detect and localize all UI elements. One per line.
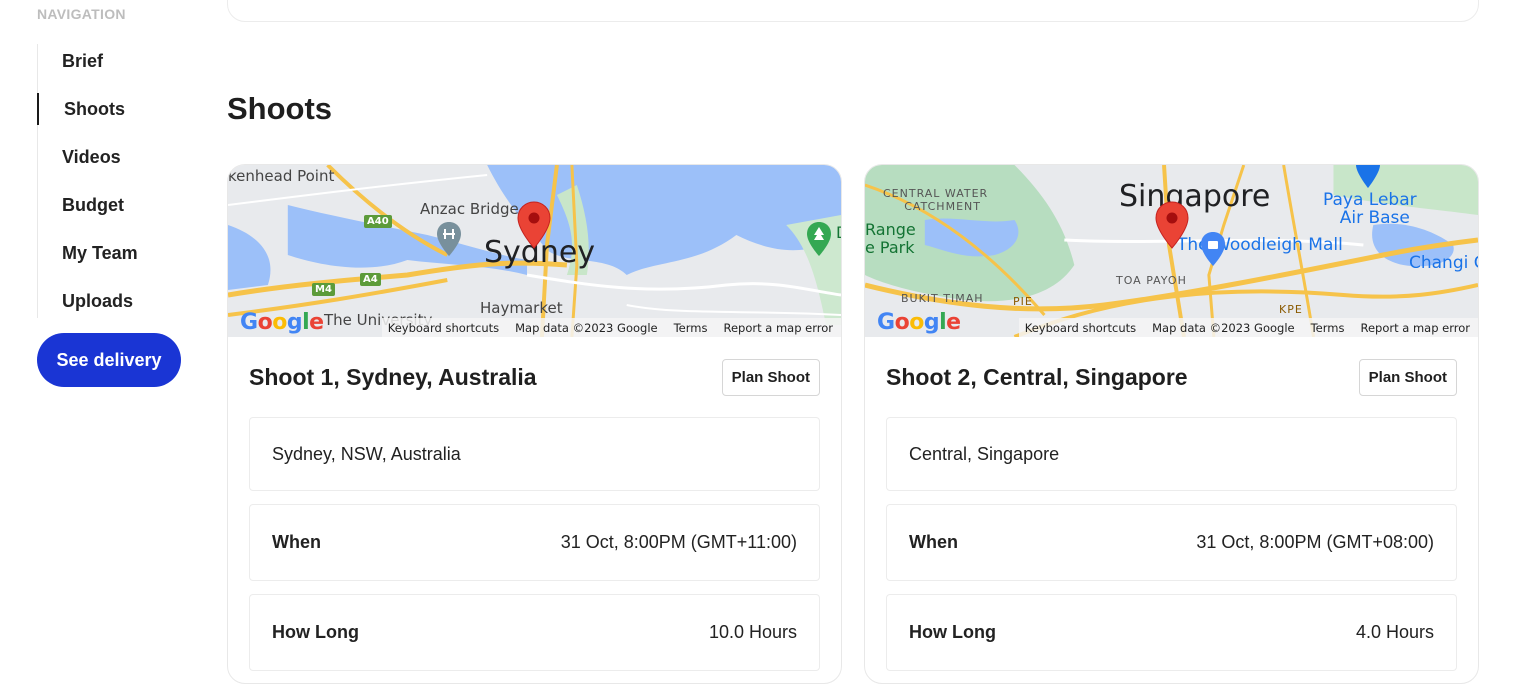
- map-label: KPE: [1279, 303, 1303, 316]
- nav-list: Brief Shoots Videos Budget My Team Uploa…: [37, 44, 197, 318]
- how-long-value: 4.0 Hours: [1355, 622, 1434, 642]
- map-label-line: CENTRAL WATER: [883, 187, 989, 200]
- google-logo: Google: [877, 310, 961, 335]
- map-attribution-bar: Keyboard shortcuts Map data ©2023 Google…: [381, 318, 841, 337]
- sidebar-item-budget[interactable]: Budget: [62, 195, 124, 216]
- see-delivery-button[interactable]: See delivery: [37, 333, 181, 387]
- terms-link[interactable]: Terms: [1311, 321, 1345, 335]
- map-data-label: Map data ©2023 Google: [1152, 320, 1295, 335]
- map-label: BUKIT TIMAH: [901, 292, 984, 305]
- location-pin-icon[interactable]: [1155, 201, 1189, 249]
- map-label-line: CATCHMENT: [904, 200, 981, 213]
- location-value: Central, Singapore: [909, 443, 1060, 464]
- location-box: Sydney, NSW, Australia: [249, 417, 820, 491]
- map-city-label: Singapore: [1119, 179, 1271, 214]
- plan-shoot-button[interactable]: Plan Shoot: [1358, 358, 1457, 396]
- airport-marker-icon: [1356, 165, 1380, 188]
- keyboard-shortcuts-link[interactable]: Keyboard shortcuts: [1025, 321, 1136, 335]
- location-value: Sydney, NSW, Australia: [272, 443, 461, 464]
- sidebar-item-shoots[interactable]: Shoots: [64, 99, 125, 120]
- when-value: 31 Oct, 8:00PM (GMT+11:00): [560, 532, 797, 552]
- google-logo: Google: [240, 310, 324, 335]
- map-label: Haymarket: [480, 299, 563, 317]
- section-title: Shoots: [227, 91, 333, 126]
- map-label: kenhead Point: [228, 167, 335, 185]
- shoot-card: CENTRAL WATER CATCHMENT Range e Park Sin…: [864, 164, 1479, 684]
- map-label: PIE: [1013, 295, 1033, 308]
- map-label-line: e Park: [865, 238, 915, 257]
- when-value: 31 Oct, 8:00PM (GMT+08:00): [1196, 532, 1434, 552]
- when-row: When 31 Oct, 8:00PM (GMT+08:00): [886, 504, 1457, 581]
- how-long-row: How Long 4.0 Hours: [886, 594, 1457, 671]
- location-pin-icon[interactable]: [517, 201, 551, 249]
- map-sydney[interactable]: kenhead Point Anzac Bridge A40 A4 M4 Syd…: [228, 165, 841, 337]
- map-label: Paya Lebar Air Base: [1323, 191, 1417, 227]
- map-label: Range e Park: [865, 221, 916, 257]
- plan-shoot-button[interactable]: Plan Shoot: [721, 358, 820, 396]
- when-row: When 31 Oct, 8:00PM (GMT+11:00): [249, 504, 820, 581]
- map-label: TOA PAYOH: [1116, 274, 1187, 287]
- sidebar-item-brief[interactable]: Brief: [62, 51, 103, 72]
- map-label: Changi C: [1409, 253, 1478, 273]
- how-long-label: How Long: [909, 622, 996, 642]
- map-attribution-bar: Keyboard shortcuts Map data ©2023 Google…: [1018, 318, 1478, 337]
- terms-link[interactable]: Terms: [674, 321, 708, 335]
- map-data-label: Map data ©2023 Google: [515, 320, 658, 335]
- road-shield: M4: [312, 283, 335, 296]
- sidebar-item-uploads[interactable]: Uploads: [62, 291, 133, 312]
- report-map-error-link[interactable]: Report a map error: [723, 321, 833, 335]
- sidebar-item-my-team[interactable]: My Team: [62, 243, 138, 264]
- landmark-marker-icon: [437, 222, 461, 256]
- report-map-error-link[interactable]: Report a map error: [1360, 321, 1470, 335]
- how-long-value: 10.0 Hours: [708, 622, 797, 642]
- when-label: When: [272, 532, 321, 552]
- shoot-card: kenhead Point Anzac Bridge A40 A4 M4 Syd…: [227, 164, 842, 684]
- map-label: Anzac Bridge: [420, 200, 519, 218]
- road-shield: A4: [360, 273, 381, 286]
- sidebar-item-videos[interactable]: Videos: [62, 147, 121, 168]
- park-marker-icon: [807, 222, 831, 256]
- keyboard-shortcuts-link[interactable]: Keyboard shortcuts: [388, 321, 499, 335]
- road-shield: A40: [364, 215, 392, 228]
- active-indicator: [37, 93, 39, 125]
- navigation-heading: NAVIGATION: [37, 6, 126, 22]
- map-label-line: Air Base: [1339, 208, 1410, 228]
- map-label-line: Paya Lebar: [1323, 190, 1417, 210]
- previous-section-card: [227, 0, 1479, 22]
- location-box: Central, Singapore: [886, 417, 1457, 491]
- shoot-title: Shoot 1, Sydney, Australia: [249, 363, 537, 390]
- map-label-line: Range: [865, 220, 916, 239]
- how-long-row: How Long 10.0 Hours: [249, 594, 820, 671]
- when-label: When: [909, 532, 958, 552]
- map-label: D: [836, 223, 841, 242]
- how-long-label: How Long: [272, 622, 359, 642]
- map-singapore[interactable]: CENTRAL WATER CATCHMENT Range e Park Sin…: [865, 165, 1478, 337]
- shopping-marker-icon: [1201, 232, 1225, 266]
- map-label: CENTRAL WATER CATCHMENT: [883, 187, 988, 213]
- shoot-title: Shoot 2, Central, Singapore: [886, 363, 1188, 390]
